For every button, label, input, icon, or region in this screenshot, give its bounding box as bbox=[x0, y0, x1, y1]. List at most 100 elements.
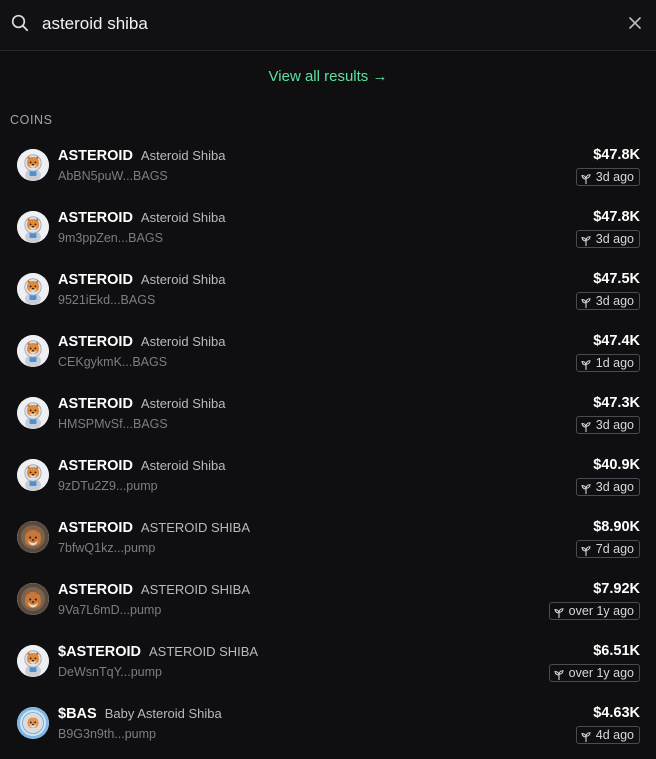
coin-result-row[interactable]: ASTEROID Asteroid Shiba HMSPMvSf...BAGS $47… bbox=[0, 386, 656, 448]
sprout-icon bbox=[581, 296, 591, 309]
coin-ticker-label: ASTEROID bbox=[58, 396, 133, 412]
coin-name: Asteroid Shiba bbox=[140, 334, 226, 349]
coin-ticker-label: ASTEROID bbox=[58, 148, 133, 164]
coin-address: AbBN5puW...BAGS bbox=[58, 169, 168, 183]
coin-ticker: ASTEROID ASTEROID SHIBA bbox=[58, 582, 250, 598]
coin-age-badge: 3d ago bbox=[575, 168, 640, 186]
coin-address: HMSPMvSf...BAGS bbox=[58, 417, 168, 431]
coin-ticker-label: ASTEROID bbox=[58, 582, 133, 598]
coin-address: 9m3ppZen...BAGS bbox=[58, 231, 163, 245]
coin-market-cap: $47.8K bbox=[593, 147, 640, 163]
coin-ticker-label: ASTEROID bbox=[58, 334, 133, 350]
coin-ticker: ASTEROID Asteroid Shiba bbox=[58, 458, 225, 474]
coin-avatar-icon bbox=[17, 335, 49, 367]
coin-age-label: 3d ago bbox=[595, 170, 634, 184]
sprout-icon bbox=[581, 358, 591, 371]
coin-address: CEKgykmK...BAGS bbox=[58, 355, 168, 369]
coin-result-row[interactable]: $BAS Baby Asteroid Shiba B9G3n9th...pump $4… bbox=[0, 696, 656, 758]
coin-address: 9zDTu2Z9...pump bbox=[58, 479, 158, 493]
coin-market-cap: $6.51K bbox=[593, 643, 640, 659]
sprout-icon bbox=[581, 544, 591, 557]
coin-result-row[interactable]: ASTEROID ASTEROID SHIBA 9Va7L6mD...pump $7.… bbox=[0, 572, 656, 634]
search-bar bbox=[0, 0, 656, 51]
coin-ticker: $BAS Baby Asteroid Shiba bbox=[58, 706, 222, 722]
sprout-icon bbox=[581, 730, 591, 743]
coin-avatar-icon bbox=[17, 459, 49, 491]
close-icon[interactable] bbox=[627, 15, 643, 31]
coin-age-badge: 3d ago bbox=[575, 292, 640, 310]
sprout-icon bbox=[554, 606, 564, 619]
coin-market-cap: $47.8K bbox=[593, 209, 640, 225]
coin-age-badge: 1d ago bbox=[575, 354, 640, 372]
coin-ticker: ASTEROID Asteroid Shiba bbox=[58, 210, 225, 226]
coin-age-badge: 3d ago bbox=[575, 478, 640, 496]
coin-market-cap: $7.92K bbox=[593, 581, 640, 597]
coin-avatar-icon bbox=[17, 707, 49, 739]
sprout-icon bbox=[581, 234, 591, 247]
coin-result-row[interactable]: ASTEROID Asteroid Shiba CEKgykmK...BAGS $47… bbox=[0, 324, 656, 386]
coin-name: ASTEROID SHIBA bbox=[140, 582, 250, 597]
coin-avatar-icon bbox=[17, 397, 49, 429]
sprout-icon bbox=[581, 482, 591, 495]
coin-result-row[interactable]: ASTEROID Asteroid Shiba AbBN5puW...BAGS $47… bbox=[0, 138, 656, 200]
coin-market-cap: $47.3K bbox=[593, 395, 640, 411]
coin-result-row[interactable]: $ASTEROID ASTEROID SHIBA DeWsnTqY...pump $6… bbox=[0, 634, 656, 696]
coin-name: Baby Asteroid Shiba bbox=[104, 706, 222, 721]
sprout-icon bbox=[554, 668, 564, 681]
coin-ticker: ASTEROID Asteroid Shiba bbox=[58, 148, 225, 164]
coin-ticker: ASTEROID Asteroid Shiba bbox=[58, 396, 225, 412]
coin-address: 9521iEkd...BAGS bbox=[58, 293, 156, 307]
coin-age-badge: over 1y ago bbox=[548, 602, 640, 620]
section-title-coins: COINS bbox=[10, 113, 53, 127]
sprout-icon bbox=[581, 172, 591, 185]
coin-name: Asteroid Shiba bbox=[140, 272, 226, 287]
view-all-results-link[interactable]: View all results → bbox=[0, 68, 656, 85]
coin-result-row[interactable]: ASTEROID Asteroid Shiba 9m3ppZen...BAGS $47… bbox=[0, 200, 656, 262]
coin-age-badge: 4d ago bbox=[575, 726, 640, 744]
coin-avatar-icon bbox=[17, 521, 49, 553]
coin-age-badge: 7d ago bbox=[575, 540, 640, 558]
coin-ticker-label: ASTEROID bbox=[58, 210, 133, 226]
coin-results-list: ASTEROID Asteroid Shiba AbBN5puW...BAGS $47… bbox=[0, 138, 656, 758]
sprout-icon bbox=[581, 420, 591, 433]
coin-age-label: over 1y ago bbox=[568, 604, 634, 618]
coin-market-cap: $40.9K bbox=[593, 457, 640, 473]
coin-age-label: 3d ago bbox=[595, 418, 634, 432]
search-input[interactable] bbox=[42, 12, 602, 36]
coin-ticker-label: ASTEROID bbox=[58, 458, 133, 474]
coin-ticker-label: ASTEROID bbox=[58, 272, 133, 288]
coin-age-badge: 3d ago bbox=[575, 416, 640, 434]
coin-market-cap: $47.4K bbox=[593, 333, 640, 349]
coin-age-label: over 1y ago bbox=[568, 666, 634, 680]
coin-ticker-label: $BAS bbox=[58, 706, 97, 722]
coin-age-label: 3d ago bbox=[595, 480, 634, 494]
coin-avatar-icon bbox=[17, 645, 49, 677]
coin-ticker-label: ASTEROID bbox=[58, 520, 133, 536]
coin-name: Asteroid Shiba bbox=[140, 458, 226, 473]
coin-name: ASTEROID SHIBA bbox=[149, 644, 259, 659]
coin-address: 7bfwQ1kz...pump bbox=[58, 541, 156, 555]
coin-address: DeWsnTqY...pump bbox=[58, 665, 162, 679]
coin-avatar-icon bbox=[17, 211, 49, 243]
coin-result-row[interactable]: ASTEROID Asteroid Shiba 9521iEkd...BAGS $47… bbox=[0, 262, 656, 324]
coin-market-cap: $47.5K bbox=[593, 271, 640, 287]
coin-name: Asteroid Shiba bbox=[140, 396, 226, 411]
coin-age-label: 7d ago bbox=[595, 542, 634, 556]
coin-name: Asteroid Shiba bbox=[140, 210, 226, 225]
coin-avatar-icon bbox=[17, 273, 49, 305]
coin-avatar-icon bbox=[17, 583, 49, 615]
coin-age-label: 3d ago bbox=[595, 232, 634, 246]
coin-ticker: ASTEROID ASTEROID SHIBA bbox=[58, 520, 250, 536]
coin-address: 9Va7L6mD...pump bbox=[58, 603, 162, 617]
coin-result-row[interactable]: ASTEROID Asteroid Shiba 9zDTu2Z9...pump $40… bbox=[0, 448, 656, 510]
coin-age-badge: 3d ago bbox=[575, 230, 640, 248]
coin-address: B9G3n9th...pump bbox=[58, 727, 156, 741]
coin-avatar-icon bbox=[17, 149, 49, 181]
coin-age-label: 1d ago bbox=[595, 356, 634, 370]
coin-ticker: $ASTEROID ASTEROID SHIBA bbox=[58, 644, 258, 660]
search-icon bbox=[11, 14, 29, 32]
coin-name: Asteroid Shiba bbox=[140, 148, 226, 163]
coin-result-row[interactable]: ASTEROID ASTEROID SHIBA 7bfwQ1kz...pump $8.… bbox=[0, 510, 656, 572]
coin-age-label: 4d ago bbox=[595, 728, 634, 742]
coin-ticker: ASTEROID Asteroid Shiba bbox=[58, 334, 225, 350]
